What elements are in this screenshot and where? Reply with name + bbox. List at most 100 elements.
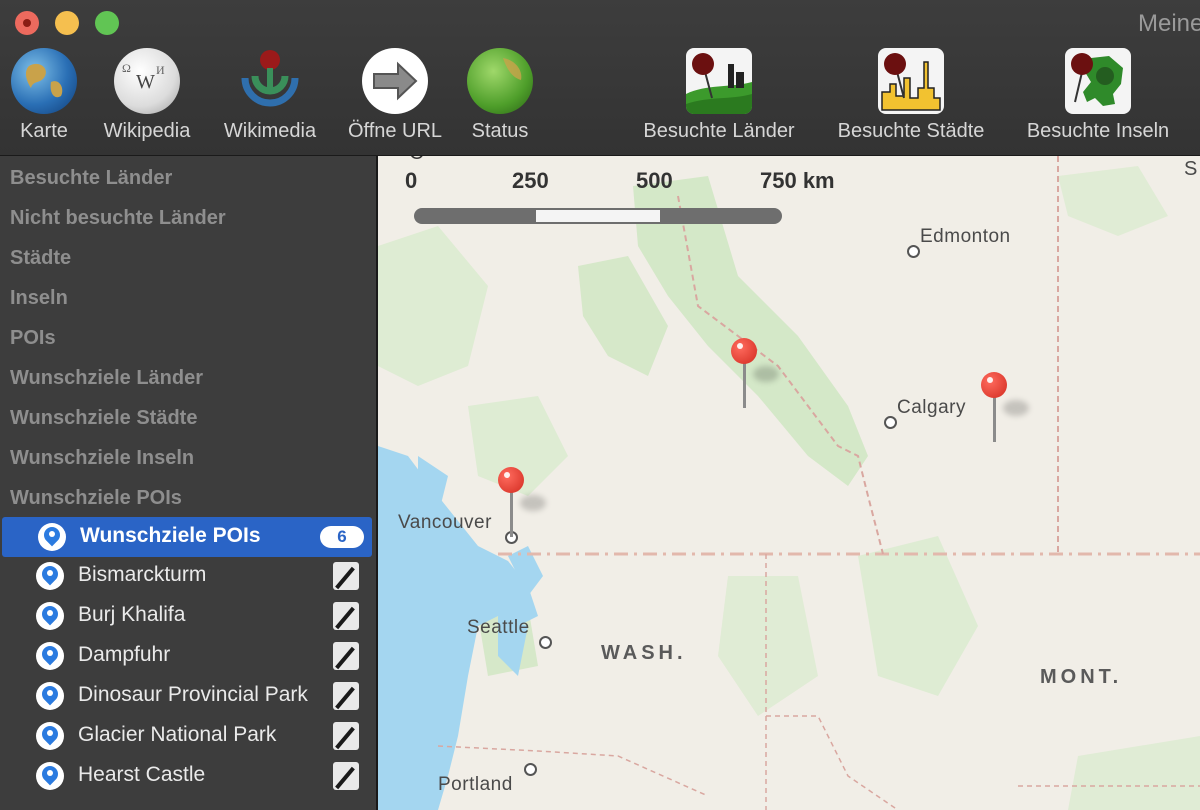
sidebar-item-label: Burj Khalifa [78,603,186,626]
pin-shadow [1003,400,1029,416]
toolbar-button-status[interactable]: Status [463,48,537,143]
map-label-fragment: ·O· [402,156,432,165]
map-pin-icon [36,562,64,590]
sidebar-item-label: Glacier National Park [78,723,277,746]
city-dot-seattle [539,636,552,649]
map-pin-icon [38,523,66,551]
scale-label-0: 0 [405,168,418,193]
sidebar-section-wish-pois[interactable]: Wunschziele POIs [10,487,182,510]
sidebar-section-unvisited-countries[interactable]: Nicht besuchte Länder [10,207,226,230]
toolbar-label-visited-islands: Besuchte Inseln [1026,120,1170,142]
pin-shadow [520,495,546,511]
map-pin[interactable] [731,338,779,410]
toolbar-label-status: Status [471,120,529,142]
map-view[interactable]: 0 250 500 750 km ·O· S Edmonton Calgary … [378,156,1200,810]
pin-shadow [753,366,779,382]
minimize-window-button[interactable] [55,11,79,35]
scale-label-250: 250 [512,168,549,193]
sidebar-item-glacier-national-park[interactable]: Glacier National Park [0,716,374,756]
edit-icon[interactable] [333,642,359,670]
svg-text:W: W [136,71,155,93]
visited-islands-icon [1065,48,1131,114]
globe-icon [11,48,77,114]
toolbar-button-wikimedia[interactable]: Wikimedia [214,48,326,143]
map-pin-icon [36,722,64,750]
sidebar-item-burj-khalifa[interactable]: Burj Khalifa [0,596,374,636]
count-badge: 6 [320,526,364,548]
visited-countries-icon [686,48,752,114]
app-window: Meine Karte WΩ И Wikipedia Wikimedia Öffn… [0,0,1200,810]
map-pin-icon [36,762,64,790]
toolbar-button-wikipedia[interactable]: WΩ И Wikipedia [93,48,201,143]
city-label-calgary: Calgary [897,397,966,418]
sidebar: Besuchte Länder Nicht besuchte Länder St… [0,156,378,810]
city-dot-calgary [884,416,897,429]
sidebar-section-islands[interactable]: Inseln [10,287,68,310]
sidebar-section-wish-cities[interactable]: Wunschziele Städte [10,407,197,430]
toolbar-label-visited-countries: Besuchte Länder [643,120,795,142]
sidebar-item-label: Bismarckturm [78,563,207,586]
arrow-right-icon [362,48,428,114]
toolbar-label-map: Karte [20,120,68,142]
wikipedia-globe-icon: WΩ И [114,48,180,114]
pin-head [498,467,524,493]
sidebar-item-bismarckturm[interactable]: Bismarckturm [0,556,374,596]
sidebar-item-label: Hearst Castle [78,763,206,786]
toolbar-button-open-url[interactable]: Öffne URL [339,48,451,143]
toolbar-label-wikipedia: Wikipedia [103,120,191,142]
sidebar-section-pois[interactable]: POIs [10,327,56,350]
pin-stick [743,362,746,408]
map-pin[interactable] [498,467,546,539]
sidebar-item-label: Dampfuhr [78,643,171,666]
edit-icon[interactable] [333,722,359,750]
pin-stick [510,491,513,537]
scale-label-750: 750 km [760,168,835,193]
pin-head [731,338,757,364]
city-label-vancouver: Vancouver [398,512,492,533]
sidebar-item-dampfuhr[interactable]: Dampfuhr [0,636,374,676]
sidebar-item-label: Dinosaur Provincial Park [78,683,308,706]
toolbar-button-visited-islands[interactable]: Besuchte Inseln [1012,48,1184,143]
city-dot-portland [524,763,537,776]
sidebar-item-label: Wunschziele POIs [80,524,261,547]
sidebar-section-wish-islands[interactable]: Wunschziele Inseln [10,447,194,470]
map-pin[interactable] [981,372,1029,444]
visited-cities-icon [878,48,944,114]
edit-icon[interactable] [333,682,359,710]
region-label-montana: MONT. [1040,666,1123,688]
city-label-seattle: Seattle [467,617,530,638]
map-label-fragment-right: S [1184,158,1198,180]
toolbar-button-visited-countries[interactable]: Besuchte Länder [628,48,810,143]
map-pin-icon [36,642,64,670]
sidebar-section-cities[interactable]: Städte [10,247,71,270]
sidebar-section-visited-countries[interactable]: Besuchte Länder [10,167,172,190]
map-pin-icon [36,682,64,710]
wikimedia-icon [237,48,303,114]
sidebar-item-wish-pois-selected[interactable]: Wunschziele POIs 6 [2,517,372,557]
scale-label-500: 500 [636,168,673,193]
sidebar-item-dinosaur-provincial-park[interactable]: Dinosaur Provincial Park [0,676,374,716]
maximize-window-button[interactable] [95,11,119,35]
close-window-button[interactable] [15,11,39,35]
city-dot-edmonton [907,245,920,258]
toolbar-button-map[interactable]: Karte [10,48,78,143]
toolbar-button-visited-cities[interactable]: Besuchte Städte [822,48,1000,143]
sidebar-section-wish-countries[interactable]: Wunschziele Länder [10,367,203,390]
edit-icon[interactable] [333,602,359,630]
svg-text:Ω: Ω [122,61,131,75]
edit-icon[interactable] [333,762,359,790]
sidebar-item-hearst-castle[interactable]: Hearst Castle [0,756,374,796]
region-label-washington: WASH. [601,642,687,664]
toolbar-label-visited-cities: Besuchte Städte [837,120,985,142]
svg-text:И: И [156,63,165,77]
toolbar-label-open-url: Öffne URL [347,120,443,142]
pin-stick [993,396,996,442]
city-label-edmonton: Edmonton [920,226,1011,247]
map-pin-icon [36,602,64,630]
toolbar-label-wikimedia: Wikimedia [223,120,317,142]
pin-head [981,372,1007,398]
toolbar: Meine Karte WΩ И Wikipedia Wikimedia Öffn… [0,0,1200,156]
edit-icon[interactable] [333,562,359,590]
window-title: Meine [1138,10,1200,37]
status-globe-icon [467,48,533,114]
